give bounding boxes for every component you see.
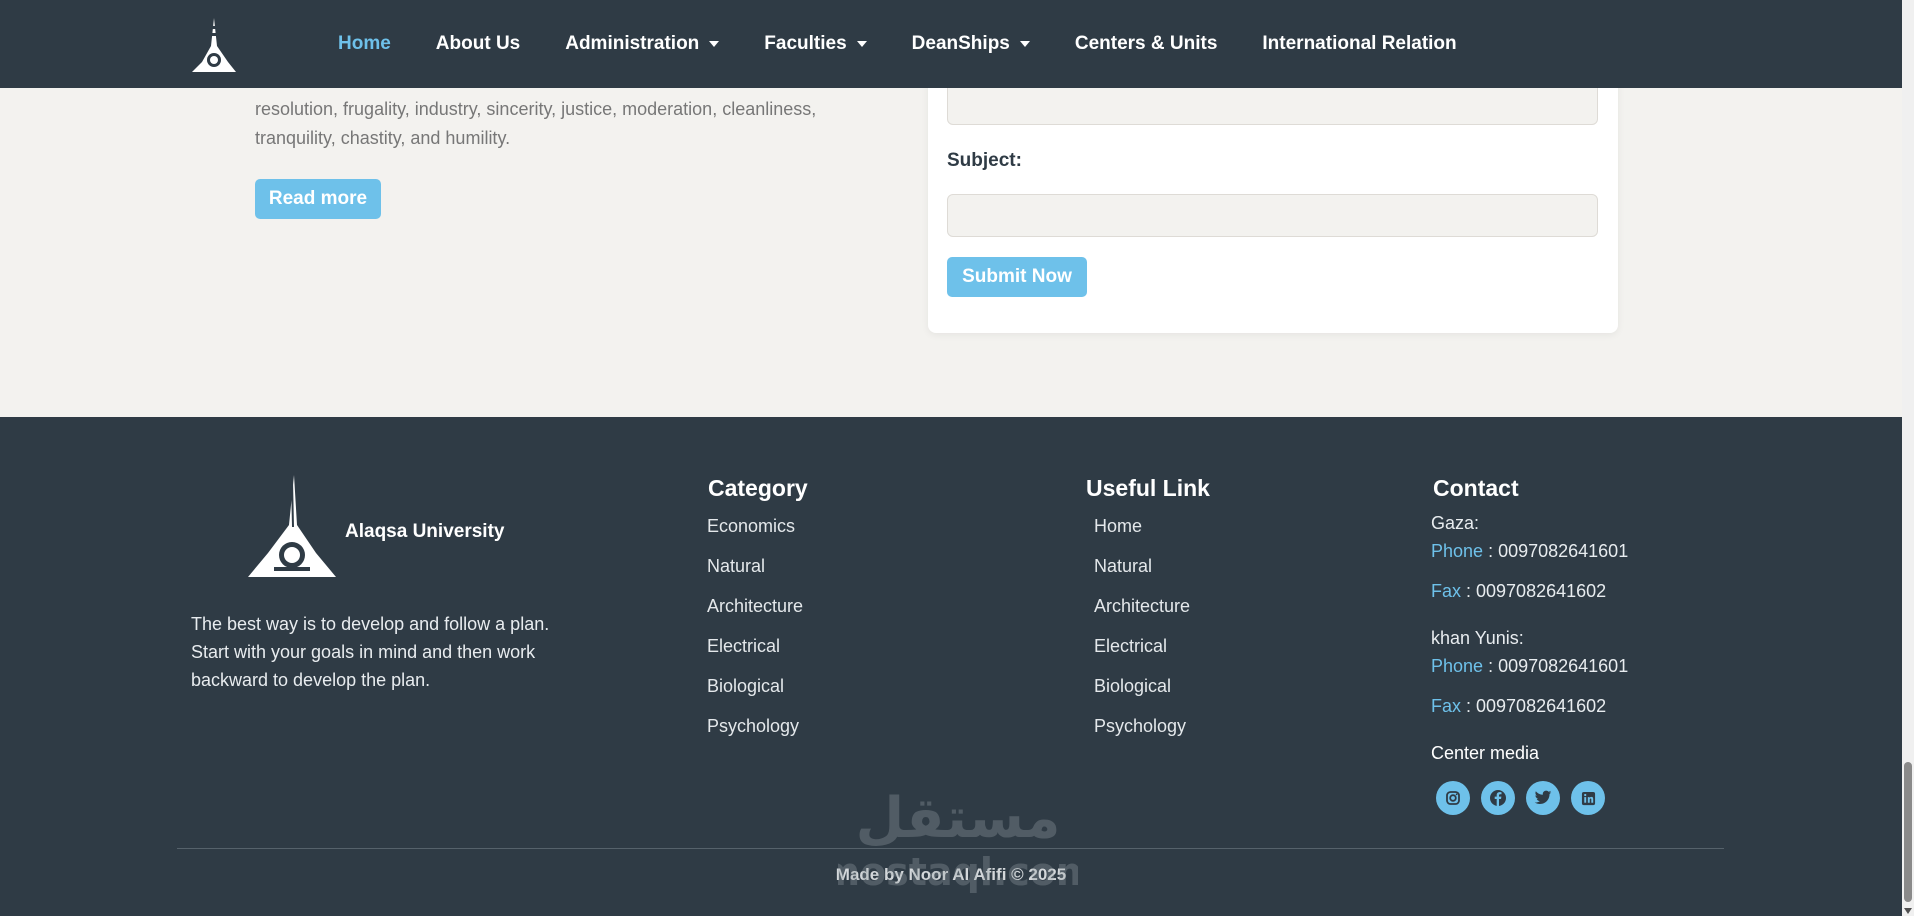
about-text-line-2: tranquility, chastity, and humility. bbox=[255, 128, 511, 148]
category-link[interactable]: Psychology bbox=[707, 714, 803, 754]
university-logo-footer[interactable] bbox=[244, 473, 340, 581]
useful-link[interactable]: Biological bbox=[1094, 674, 1190, 714]
copyright-credits: Made by Noor Al Afifi © 2025 bbox=[835, 865, 1067, 884]
social-links bbox=[1436, 781, 1616, 815]
brand-name: Alaqsa University bbox=[345, 521, 505, 542]
city-gaza: Gaza: bbox=[1431, 513, 1480, 533]
nav-about-us-label: About Us bbox=[435, 33, 521, 54]
nav-international-relation-label: International Relation bbox=[1262, 33, 1457, 54]
fax-label: Fax bbox=[1431, 581, 1462, 601]
center-media-label: Center media bbox=[1431, 743, 1540, 763]
category-link[interactable]: Economics bbox=[707, 514, 803, 554]
main-nav: Home About Us Administration Faculties D… bbox=[338, 0, 1502, 88]
useful-link[interactable]: Home bbox=[1094, 514, 1190, 554]
useful-link[interactable]: Natural bbox=[1094, 554, 1190, 594]
useful-link-title: Useful Link bbox=[1086, 475, 1210, 501]
khanyunis-fax: Fax : 0097082641602 bbox=[1431, 696, 1606, 717]
nav-international-relation[interactable]: International Relation bbox=[1262, 33, 1456, 55]
fax-number: : 0097082641602 bbox=[1461, 696, 1607, 716]
top-navbar: Home About Us Administration Faculties D… bbox=[0, 0, 1902, 88]
subject-input[interactable] bbox=[947, 194, 1598, 237]
fax-number: : 0097082641602 bbox=[1461, 581, 1607, 601]
caret-down-icon bbox=[709, 41, 720, 47]
nav-administration[interactable]: Administration bbox=[565, 33, 720, 55]
nav-centers-units[interactable]: Centers & Units bbox=[1075, 33, 1218, 55]
city-khan-yunis: khan Yunis: bbox=[1431, 628, 1524, 648]
read-more-label: Read more bbox=[268, 188, 368, 209]
page-scrollbar[interactable] bbox=[1902, 0, 1914, 916]
category-link[interactable]: Electrical bbox=[707, 634, 803, 674]
nav-deanships[interactable]: DeanShips bbox=[912, 33, 1030, 55]
nav-faculties-label: Faculties bbox=[764, 33, 847, 54]
instagram-icon[interactable] bbox=[1436, 781, 1470, 815]
nav-home-label: Home bbox=[338, 33, 391, 54]
fax-label: Fax bbox=[1431, 696, 1462, 716]
nav-deanships-label: DeanShips bbox=[911, 33, 1010, 54]
twitter-icon[interactable] bbox=[1526, 781, 1560, 815]
facebook-icon[interactable] bbox=[1481, 781, 1515, 815]
phone-label: Phone bbox=[1431, 541, 1484, 561]
category-link[interactable]: Architecture bbox=[707, 594, 803, 634]
useful-link[interactable]: Electrical bbox=[1094, 634, 1190, 674]
scrollbar-thumb[interactable] bbox=[1904, 762, 1912, 902]
phone-number: : 0097082641601 bbox=[1483, 656, 1629, 676]
nav-administration-label: Administration bbox=[565, 33, 700, 54]
category-link[interactable]: Natural bbox=[707, 554, 803, 594]
footer-divider bbox=[177, 848, 1724, 849]
category-link[interactable]: Biological bbox=[707, 674, 803, 714]
about-paragraph: resolution, frugality, industry, sinceri… bbox=[255, 95, 855, 153]
contact-title: Contact bbox=[1433, 475, 1519, 501]
category-title: Category bbox=[708, 475, 808, 501]
useful-link[interactable]: Psychology bbox=[1094, 714, 1190, 754]
footer-description: The best way is to develop and follow a … bbox=[191, 614, 550, 690]
gaza-fax: Fax : 0097082641602 bbox=[1431, 581, 1606, 602]
submit-label: Submit Now bbox=[962, 266, 1072, 287]
nav-about-us[interactable]: About Us bbox=[436, 33, 520, 55]
useful-links: Home Natural Architecture Electrical Bio… bbox=[1094, 514, 1190, 754]
about-text-line-1: resolution, frugality, industry, sinceri… bbox=[255, 99, 817, 119]
read-more-button[interactable]: Read more bbox=[255, 179, 381, 219]
linkedin-icon[interactable] bbox=[1571, 781, 1605, 815]
phone-label: Phone bbox=[1431, 656, 1484, 676]
nav-faculties[interactable]: Faculties bbox=[764, 33, 867, 55]
footer: Alaqsa University The best way is to dev… bbox=[0, 417, 1902, 916]
caret-down-icon bbox=[856, 41, 867, 47]
useful-link[interactable]: Architecture bbox=[1094, 594, 1190, 634]
email-field[interactable] bbox=[947, 83, 1598, 125]
submit-button[interactable]: Submit Now bbox=[947, 257, 1087, 297]
university-logo[interactable] bbox=[188, 16, 240, 74]
category-links: Economics Natural Architecture Electrica… bbox=[707, 514, 803, 754]
gaza-phone: Phone : 0097082641601 bbox=[1431, 541, 1628, 562]
subject-label: Subject: bbox=[947, 150, 1022, 171]
khanyunis-phone: Phone : 0097082641601 bbox=[1431, 656, 1628, 677]
phone-number: : 0097082641601 bbox=[1483, 541, 1629, 561]
nav-home[interactable]: Home bbox=[338, 33, 391, 55]
caret-down-icon bbox=[1019, 41, 1030, 47]
scroll-down-arrow-icon[interactable] bbox=[1904, 908, 1912, 914]
nav-centers-units-label: Centers & Units bbox=[1074, 33, 1218, 54]
